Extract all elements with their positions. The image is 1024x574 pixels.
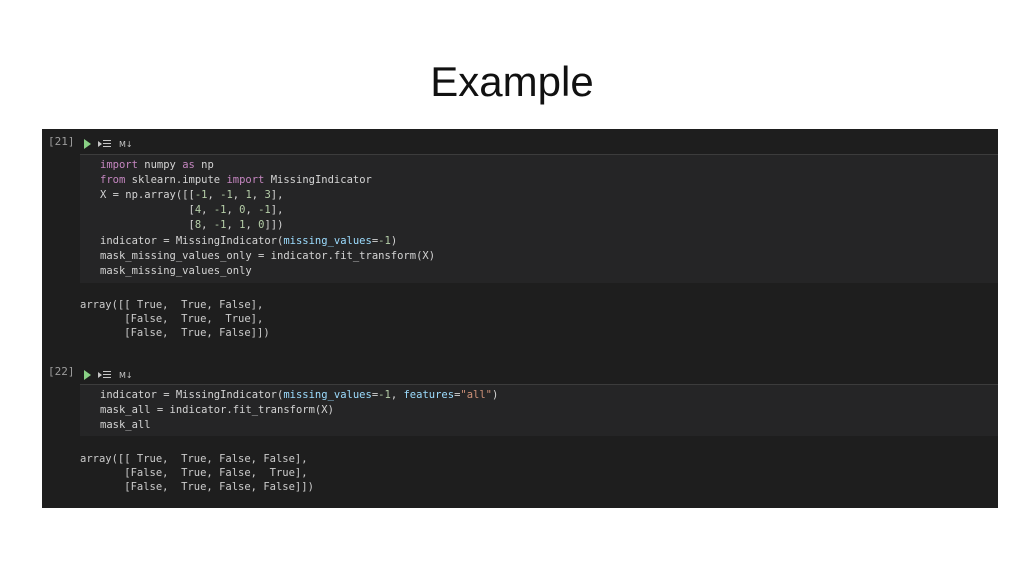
code-line: mask_missing_values_only: [100, 264, 252, 279]
code-token: missing_values: [283, 235, 372, 247]
execution-count: [22]: [48, 365, 75, 378]
code-editor[interactable]: import numpy as np from sklearn.impute i…: [80, 154, 998, 283]
code-token: ): [492, 389, 499, 401]
code-token: [: [100, 204, 195, 216]
code-token: ,: [201, 219, 214, 231]
code-token: ): [390, 235, 398, 247]
code-token: features: [403, 389, 455, 401]
output-line: array([[ True, True, False],: [80, 299, 264, 311]
code-token: ,: [390, 389, 404, 401]
code-token: import: [226, 174, 265, 186]
code-token: ,: [245, 204, 259, 216]
code-token: ,: [201, 204, 214, 216]
code-token: -1: [213, 219, 227, 231]
code-line: mask_all: [100, 418, 151, 433]
run-by-line-icon[interactable]: [98, 139, 112, 149]
code-token: mask_missing_values_only = indicator.fit…: [100, 250, 436, 262]
code-line: mask_missing_values_only = indicator.fit…: [100, 249, 435, 264]
code-cell[interactable]: [21] M↓ import numpy as np from sklearn.…: [42, 129, 998, 369]
run-by-line-icon[interactable]: [98, 370, 112, 380]
cell-toolbar: M↓: [84, 137, 133, 151]
code-token: -1: [378, 235, 391, 247]
code-token: missing_values: [283, 389, 372, 401]
output-line: [False, True, False]]): [80, 327, 270, 339]
code-token: np: [194, 159, 214, 171]
code-token: indicator = MissingIndicator(: [100, 235, 284, 247]
code-token: ,: [232, 189, 246, 201]
code-token: ,: [226, 219, 240, 231]
code-token: mask_all: [100, 419, 151, 431]
code-token: [: [100, 219, 195, 231]
code-token: numpy: [137, 159, 183, 171]
code-token: import: [100, 159, 138, 171]
code-token: -1: [213, 204, 227, 216]
code-token: mask_all = indicator.fit_transform(X): [100, 404, 334, 416]
slide-title: Example: [430, 58, 594, 105]
code-line: X = np.array([[-1, -1, 1, 3],: [100, 188, 283, 203]
code-line: from sklearn.impute import MissingIndica…: [100, 173, 372, 188]
code-token: -1: [258, 204, 271, 216]
code-token: mask_missing_values_only: [100, 265, 252, 277]
code-token: indicator = MissingIndicator(: [100, 389, 284, 401]
code-token: ],: [270, 189, 284, 201]
code-token: sklearn.impute: [125, 174, 227, 186]
notebook: [21] M↓ import numpy as np from sklearn.…: [42, 129, 998, 508]
run-icon[interactable]: [84, 370, 91, 380]
code-token: -1: [378, 389, 391, 401]
code-token: ,: [251, 189, 265, 201]
execution-count: [21]: [48, 135, 75, 148]
code-line: mask_all = indicator.fit_transform(X): [100, 403, 334, 418]
code-token: as: [182, 159, 195, 171]
code-line: [4, -1, 0, -1],: [100, 203, 284, 218]
code-token: ,: [207, 189, 221, 201]
code-token: from: [100, 174, 126, 186]
output-line: [False, True, False, True],: [80, 467, 308, 479]
code-line: indicator = MissingIndicator(missing_val…: [100, 234, 397, 249]
output-line: array([[ True, True, False, False],: [80, 453, 308, 465]
code-token: MissingIndicator: [264, 174, 372, 186]
code-token: ,: [245, 219, 259, 231]
run-icon[interactable]: [84, 139, 91, 149]
cell-toolbar: M↓: [84, 368, 133, 382]
code-token: ],: [270, 204, 284, 216]
code-token: "all": [460, 389, 492, 401]
code-line: import numpy as np: [100, 158, 214, 173]
code-token: X = np.array([[: [100, 189, 195, 201]
output-line: [False, True, False, False]]): [80, 481, 314, 493]
markdown-icon[interactable]: M↓: [119, 371, 133, 380]
code-line: indicator = MissingIndicator(missing_val…: [100, 388, 498, 403]
code-token: -1: [220, 189, 233, 201]
code-cell[interactable]: [22] M↓ indicator = MissingIndicator(mis…: [42, 361, 998, 508]
markdown-icon[interactable]: M↓: [119, 140, 133, 149]
output-line: [False, True, True],: [80, 313, 264, 325]
code-token: ]]): [264, 219, 284, 231]
code-token: ,: [226, 204, 240, 216]
code-token: -1: [194, 189, 208, 201]
code-editor[interactable]: indicator = MissingIndicator(missing_val…: [80, 384, 998, 436]
code-line: [8, -1, 1, 0]]): [100, 218, 284, 233]
